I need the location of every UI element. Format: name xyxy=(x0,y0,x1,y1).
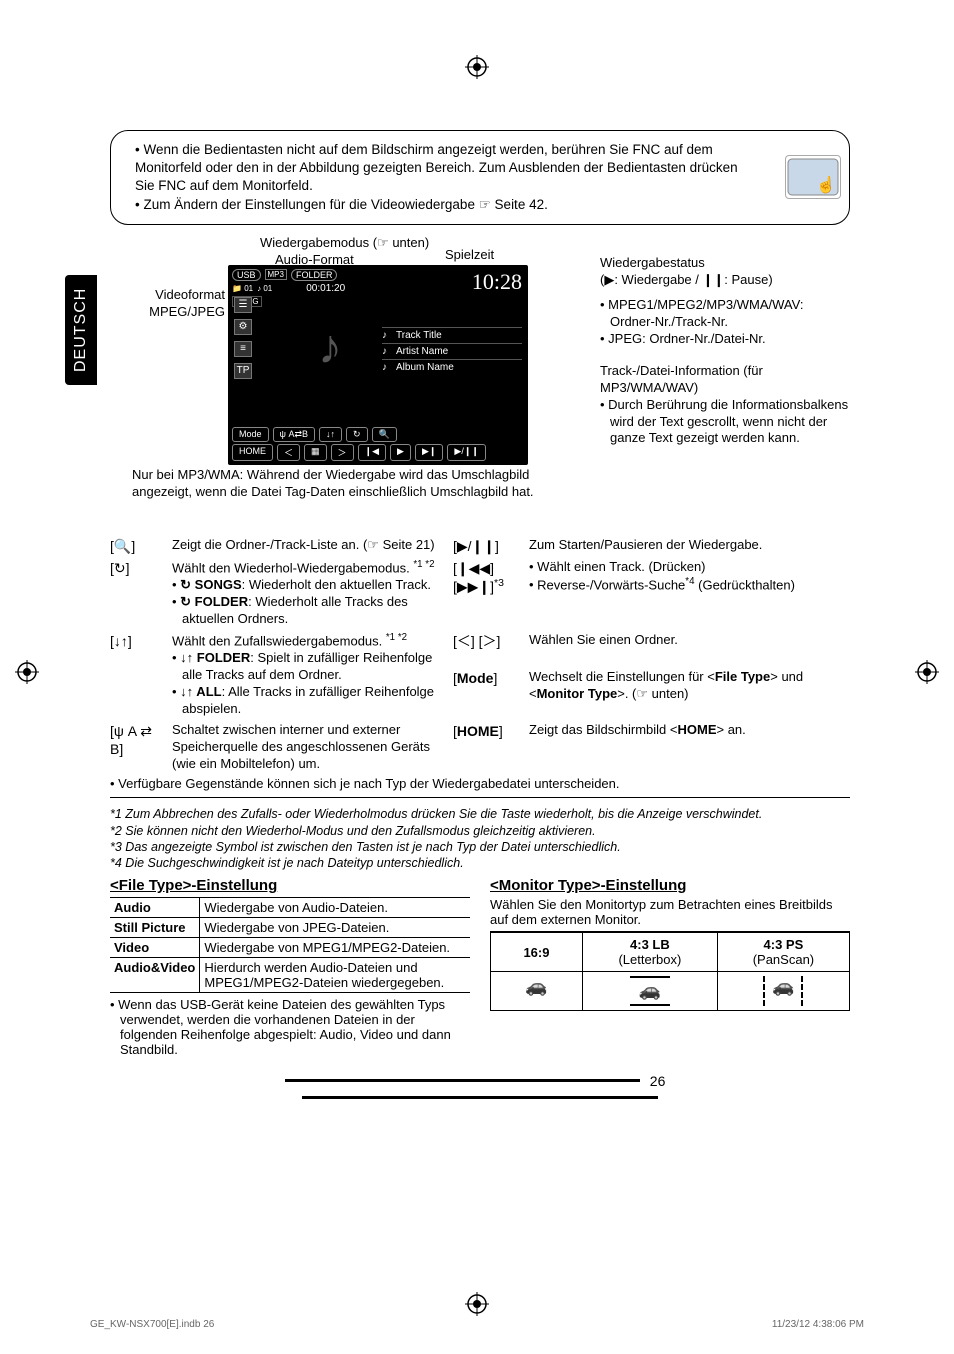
repeat-icon: [↻] xyxy=(110,559,166,628)
shuffle-icon: [↓↑] xyxy=(110,632,166,665)
monitortype-heading: <Monitor Type>-Einstellung xyxy=(490,877,850,894)
file-type-setting: <File Type>-Einstellung AudioWiedergabe … xyxy=(110,877,470,1057)
player-screen-mock: USB MP3 FOLDER 📁 01 ♪ 01 00:01:20 MPEG 1… xyxy=(228,265,528,465)
folder-tag: FOLDER xyxy=(291,269,338,281)
footer-left: GE_KW-NSX700[E].indb 26 xyxy=(90,1319,214,1330)
home-btn-mock: HOME xyxy=(232,444,273,461)
clock: 10:28 xyxy=(472,269,522,295)
desc: Wählt einen Track. (Drücken) Reverse-/Vo… xyxy=(529,559,850,628)
note-icon: ♪ xyxy=(318,320,342,375)
track-number: 01 xyxy=(263,284,272,293)
callout-audio: Audio-Format xyxy=(275,252,354,269)
registration-mark xyxy=(915,660,939,684)
filetype-note: Wenn das USB-Gerät keine Dateien des gew… xyxy=(120,997,470,1057)
search-icon: [🔍] xyxy=(110,537,166,555)
aspect-panscan-icon xyxy=(763,976,803,1006)
view-icon: ☰ xyxy=(234,297,252,313)
callout-videofmt: Videoformat MPEG/JPEG xyxy=(110,287,225,321)
ab-btn-mock: ψ A⇄B xyxy=(273,427,315,442)
folder-number: 01 xyxy=(244,284,253,293)
aspect-16-9-icon xyxy=(516,976,556,1006)
language-tab: DEUTSCH xyxy=(65,275,97,385)
registration-mark xyxy=(15,660,39,684)
playback-diagram: USB MP3 FOLDER 📁 01 ♪ 01 00:01:20 MPEG 1… xyxy=(110,235,850,535)
artist-name-label: Artist Name xyxy=(382,343,522,359)
folder-nav-icon: [＜] [＞] xyxy=(453,632,523,665)
monitortype-desc: Wählen Sie den Monitortyp zum Betrachten… xyxy=(490,897,850,927)
availability-note: Verfügbare Gegenstände können sich je na… xyxy=(110,776,850,793)
monitortype-table: 16:9 4:3 LB(Letterbox) 4:3 PS(PanScan) xyxy=(490,931,850,1011)
monitor-type-setting: <Monitor Type>-Einstellung Wählen Sie de… xyxy=(490,877,850,1057)
footer-right: 11/23/12 4:38:06 PM xyxy=(772,1319,864,1330)
mode-btn-mock: Mode xyxy=(232,427,269,442)
next-btn-mock: ▶❙ xyxy=(415,444,443,461)
footnotes: *1 Zum Abbrechen des Zufalls- oder Wiede… xyxy=(110,806,850,871)
desc: Wählt den Zufallswiedergabemodus. *1 *2 … xyxy=(172,632,447,718)
eq-icon: ≡ xyxy=(234,341,252,357)
album-name-label: Album Name xyxy=(382,359,522,375)
callout-fileindex: MPEG1/MPEG2/MP3/WMA/WAV: Ordner-Nr./Trac… xyxy=(600,297,850,348)
touch-icon: ☝ xyxy=(785,155,841,199)
callout-mp3note: Nur bei MP3/WMA: Während der Wiedergabe … xyxy=(132,467,572,501)
playpause-icon: [▶/❙❙] xyxy=(453,537,523,555)
prevfolder-mock: ＜ xyxy=(277,444,300,461)
desc: Zum Starten/Pausieren der Wiedergabe. xyxy=(529,537,850,555)
print-footer: GE_KW-NSX700[E].indb 26 11/23/12 4:38:06… xyxy=(90,1319,864,1330)
skip-icon: [❙◀◀] [▶▶❙]*3 xyxy=(453,559,523,628)
track-title-label: Track Title xyxy=(382,327,522,343)
filetype-table: AudioWiedergabe von Audio-Dateien. Still… xyxy=(110,897,470,993)
callout-playmode: Wiedergabemodus (☞ unten) xyxy=(260,235,429,252)
desc: Zeigt die Ordner-/Track-Liste an. (☞ Sei… xyxy=(172,537,447,555)
page-number-bar: 26 xyxy=(110,1071,850,1104)
tp-icon: TP xyxy=(234,363,252,379)
mode-label: [[Mode]Mode] xyxy=(453,669,523,718)
desc: Wählen Sie einen Ordner. xyxy=(529,632,850,665)
play-btn-mock: ▶ xyxy=(390,444,411,461)
gear-icon: ⚙ xyxy=(234,319,252,335)
page-number: 26 xyxy=(640,1073,676,1089)
desc: Schaltet zwischen interner und externer … xyxy=(172,722,447,773)
search-btn-mock: 🔍 xyxy=(372,427,397,442)
home-label: [HOME] xyxy=(453,722,523,773)
repeat-btn-mock: ↻ xyxy=(346,427,368,442)
info-box: Wenn die Bedientasten nicht auf dem Bild… xyxy=(110,130,850,225)
desc: Zeigt das Bildschirmbild <HOME> an. xyxy=(529,722,850,773)
desc: Wechselt die Einstellungen für <File Typ… xyxy=(529,669,850,718)
av-btn-mock: ▦ xyxy=(304,444,327,461)
callout-playtime: Spielzeit xyxy=(445,247,494,264)
callout-status: Wiedergabestatus (▶: Wiedergabe / ❙❙: Pa… xyxy=(600,255,773,289)
usb-indicator: USB xyxy=(232,269,261,281)
nextfolder-mock: ＞ xyxy=(331,444,354,461)
callout-trackinfo: Track-/Datei-Information (für MP3/WMA/WA… xyxy=(600,363,850,447)
shuffle-btn-mock: ↓↑ xyxy=(319,427,342,442)
hand-cursor-icon: ☝ xyxy=(816,175,836,197)
prev-btn-mock: ❙◀ xyxy=(358,444,386,461)
info-bullet: Wenn die Bedientasten nicht auf dem Bild… xyxy=(135,141,759,196)
info-bullet: Zum Ändern der Einstellungen für die Vid… xyxy=(135,196,759,214)
playpause-btn-mock: ▶/❙❙ xyxy=(447,444,486,461)
aspect-letterbox-icon xyxy=(630,976,670,1006)
button-descriptions: [🔍] Zeigt die Ordner-/Track-Liste an. (☞… xyxy=(110,537,850,793)
filetype-heading: <File Type>-Einstellung xyxy=(110,877,470,894)
elapsed-time: 00:01:20 xyxy=(306,283,345,294)
registration-mark xyxy=(465,1292,489,1316)
desc: Wählt den Wiederhol-Wiedergabemodus. *1 … xyxy=(172,559,447,628)
registration-mark xyxy=(465,55,489,79)
ab-icon: [ψ A ⇄ B] xyxy=(110,722,166,773)
